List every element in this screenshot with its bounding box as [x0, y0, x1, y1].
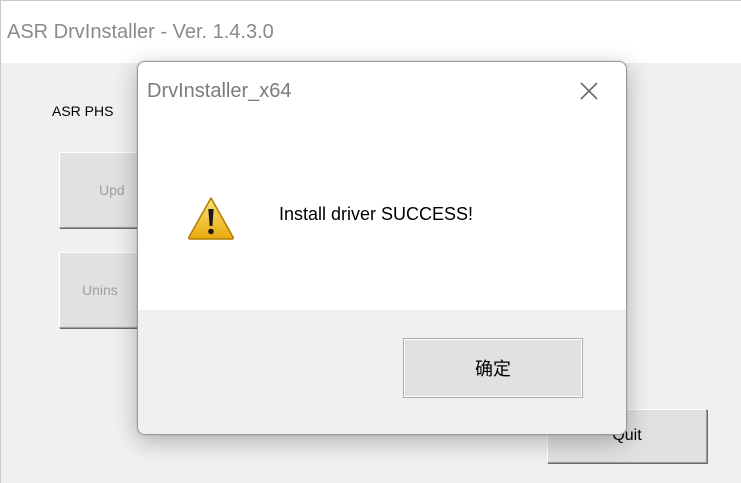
dialog-title: DrvInstaller_x64 — [147, 80, 292, 102]
uninstall-button-label: Unins — [82, 282, 118, 298]
dialog-message: Install driver SUCCESS! — [279, 204, 474, 224]
group-label: ASR PHS — [52, 103, 114, 119]
update-button-label: Upd — [99, 182, 125, 198]
warning-icon — [187, 196, 235, 240]
main-title-bar: ASR DrvInstaller - Ver. 1.4.3.0 — [1, 1, 741, 63]
dialog-footer: 确定 — [138, 310, 626, 434]
message-dialog: DrvInstaller_x64 Install driver SUCCESS!… — [137, 61, 627, 435]
main-window-title: ASR DrvInstaller - Ver. 1.4.3.0 — [7, 21, 274, 43]
ok-button-label: 确定 — [475, 359, 511, 380]
close-icon[interactable] — [574, 76, 604, 106]
ok-button[interactable]: 确定 — [403, 338, 583, 398]
